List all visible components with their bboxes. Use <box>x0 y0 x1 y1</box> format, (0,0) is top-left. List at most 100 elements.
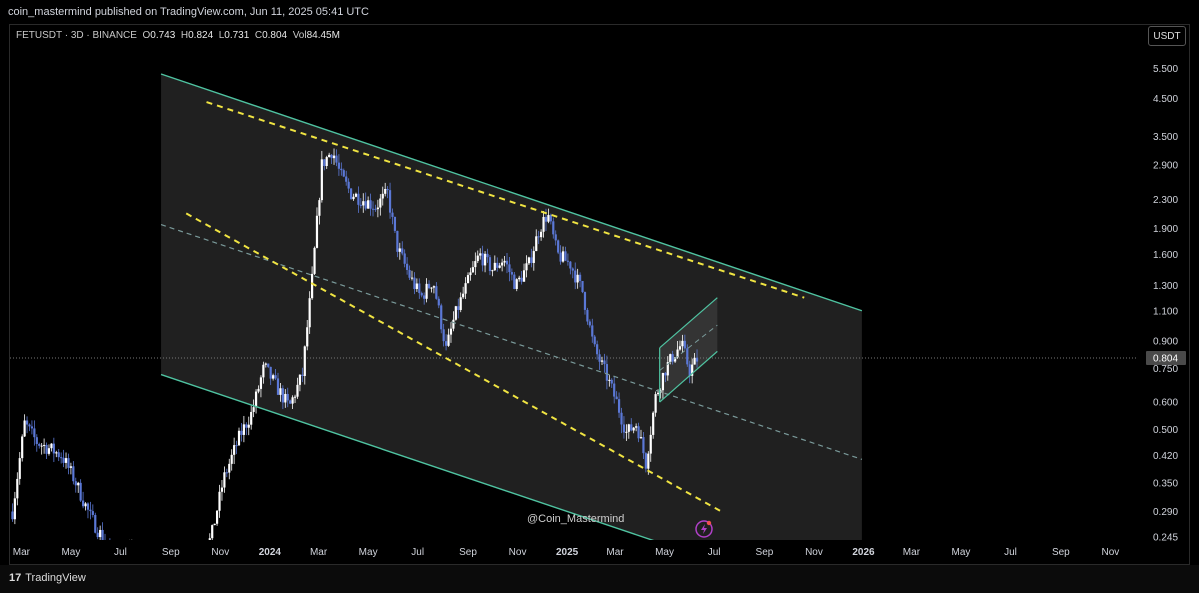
watermark: @Coin_Mastermind <box>527 513 624 525</box>
time-tick-label: May <box>359 547 378 558</box>
candle-body <box>520 277 523 282</box>
candle-body <box>313 247 316 274</box>
candle-body <box>225 472 228 474</box>
time-tick-label: 2024 <box>259 547 282 558</box>
candle-body <box>196 548 198 549</box>
time-tick-label: Sep <box>162 547 180 558</box>
time-tick-label: Sep <box>756 547 774 558</box>
candle-body <box>230 454 233 464</box>
price-tick-label: 0.290 <box>1153 507 1178 518</box>
candle <box>250 405 253 430</box>
price-tick-label: 1.300 <box>1153 281 1178 292</box>
candle-body <box>398 248 401 252</box>
candle-body <box>211 525 214 539</box>
candle-body <box>235 445 238 447</box>
candle-body <box>476 255 479 262</box>
currency-button[interactable]: USDT <box>1148 26 1186 46</box>
candle-body <box>298 374 302 385</box>
candle-body <box>423 295 426 299</box>
candle-body <box>537 236 540 238</box>
candle-body <box>632 427 635 431</box>
candle-body <box>60 457 63 459</box>
candle-body <box>586 309 589 322</box>
candle-body <box>471 267 474 273</box>
candle-body <box>293 396 297 398</box>
candle-body <box>547 215 550 222</box>
candle-body <box>291 397 294 404</box>
candle-body <box>352 196 355 200</box>
candle-body <box>639 437 643 439</box>
candle <box>30 420 34 435</box>
candle-body <box>18 458 21 479</box>
candle-body <box>106 544 108 546</box>
open-value: 0.743 <box>150 30 176 41</box>
candle <box>557 239 560 255</box>
candle-body <box>337 162 340 169</box>
candle <box>158 551 160 567</box>
candle <box>109 538 111 540</box>
candle-body <box>245 424 248 428</box>
candle-body <box>89 509 92 512</box>
candle-body <box>35 437 38 444</box>
candle-body <box>296 384 299 397</box>
time-axis[interactable]: Mar May Jul Sep Nov 2024 Mar May Jul Sep Nov 2025 Ma… <box>13 547 1120 558</box>
candle <box>223 466 226 493</box>
candle-body <box>170 561 172 562</box>
candle-body <box>262 364 265 378</box>
candle-body <box>464 283 467 294</box>
candle <box>225 468 228 478</box>
time-tick-label: Jul <box>1004 547 1017 558</box>
candle-body <box>150 555 152 562</box>
candle-body <box>420 293 423 296</box>
candle-body <box>661 372 665 391</box>
candle-body <box>644 453 647 469</box>
symbol-label: FETUSDT · 3D · BINANCE <box>16 30 137 41</box>
time-tick-label: Sep <box>1052 547 1070 558</box>
candle <box>18 452 21 485</box>
candle-body <box>440 305 443 330</box>
candle-body <box>11 511 14 520</box>
candle-body <box>79 482 82 501</box>
price-axis[interactable]: 5.500 4.500 3.500 2.900 2.300 1.900 1.600 1.300… <box>1146 64 1186 543</box>
candle-body <box>55 452 58 454</box>
candle-body <box>457 306 460 310</box>
tradingview-logo[interactable]: 17 TradingView <box>9 572 86 584</box>
candle-body <box>206 547 208 549</box>
time-tick-label: May <box>61 547 80 558</box>
candle-body <box>269 366 272 379</box>
candle-body <box>532 251 535 263</box>
candle <box>233 437 236 465</box>
candle-body <box>493 262 496 271</box>
candle <box>89 501 92 520</box>
candle-body <box>483 253 487 266</box>
candle-body <box>369 200 372 209</box>
candle-body <box>252 407 255 412</box>
channel-zone <box>161 74 862 540</box>
candle <box>187 541 189 560</box>
candle-body <box>50 443 53 449</box>
candle <box>196 544 198 549</box>
candle-body <box>213 523 216 526</box>
candle-body <box>669 354 672 363</box>
candle-body <box>172 561 174 563</box>
candle <box>140 542 142 556</box>
candle-body <box>272 375 275 379</box>
candle-body <box>306 327 309 347</box>
price-chart[interactable]: 5.500 4.500 3.500 2.900 2.300 1.900 1.600 1.300… <box>0 0 1199 593</box>
candle-body <box>447 334 450 346</box>
price-tick-label: 5.500 <box>1153 64 1178 75</box>
candle-body <box>564 251 567 261</box>
candle <box>204 547 206 555</box>
low-value: 0.731 <box>224 30 250 41</box>
candle <box>77 481 80 493</box>
symbol-legend[interactable]: FETUSDT · 3D · BINANCE O0.743 H0.824 L0.… <box>16 30 340 41</box>
candle-body <box>359 204 362 206</box>
candle <box>393 216 397 234</box>
candle-body <box>415 283 418 290</box>
candle-body <box>153 558 155 562</box>
candle <box>652 411 655 439</box>
candle-body <box>69 466 73 468</box>
candle <box>254 389 258 414</box>
time-tick-label: Mar <box>13 547 31 558</box>
candle-body <box>491 270 494 272</box>
